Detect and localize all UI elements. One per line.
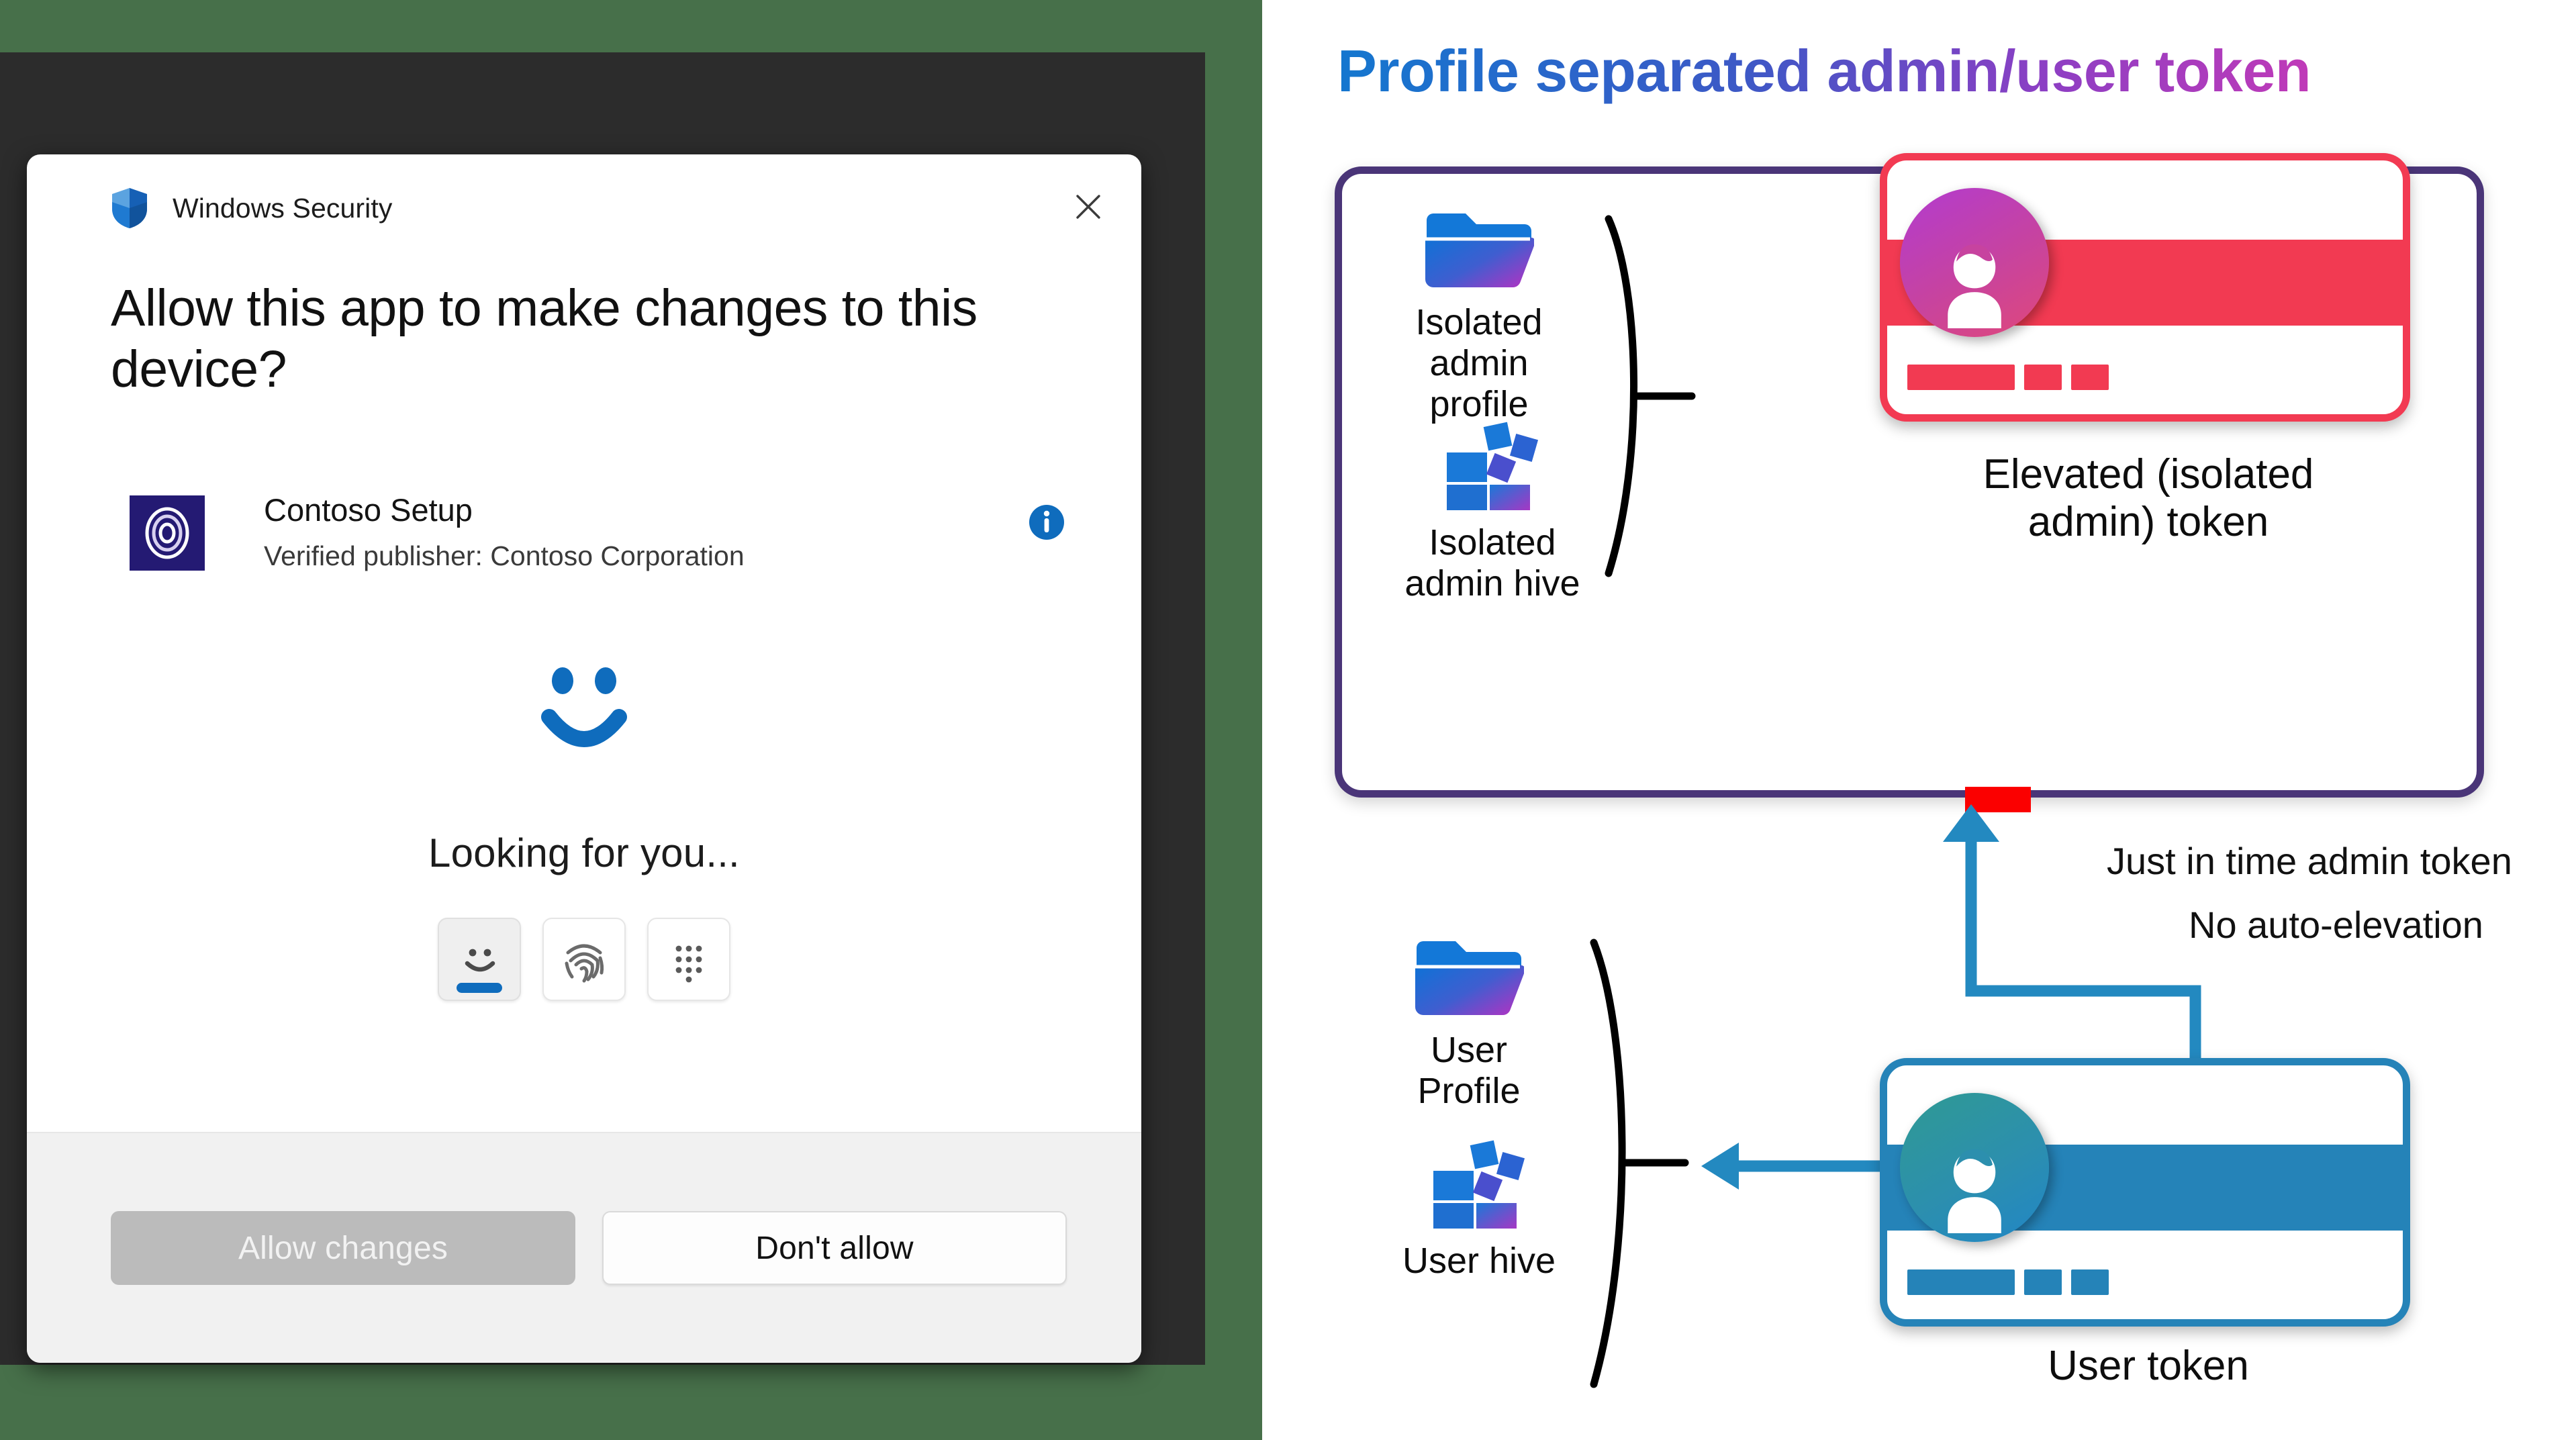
diagram-title: Profile separated admin/user token xyxy=(1337,38,2311,104)
admin-brace xyxy=(1591,215,1752,581)
token-chip xyxy=(2024,365,2062,390)
dont-allow-button[interactable]: Don't allow xyxy=(602,1211,1067,1285)
app-text-block: Contoso Setup Verified publisher: Contos… xyxy=(264,491,745,575)
user-avatar xyxy=(1900,1093,2049,1242)
diagram-panel: Profile separated admin/user token Isola… xyxy=(1262,0,2576,1440)
user-hive-item: User hive xyxy=(1375,1136,1583,1282)
smiley-face-icon xyxy=(517,666,651,760)
dialog-footer: Allow changes Don't allow xyxy=(27,1132,1141,1363)
registry-hive-icon xyxy=(1437,418,1547,512)
pin-keypad-icon[interactable] xyxy=(647,917,730,1001)
token-chip xyxy=(2071,365,2109,390)
shield-icon xyxy=(111,187,148,229)
jit-admin-token-annotation: Just in time admin token xyxy=(2107,840,2512,882)
desktop-background: Windows Security Allow this app to make … xyxy=(0,0,1262,1440)
isolated-admin-profile-item: Isolated admin profile xyxy=(1382,208,1576,425)
token-chips xyxy=(1907,365,2109,390)
token-chip xyxy=(2024,1269,2062,1295)
window-frame: Windows Security Allow this app to make … xyxy=(0,52,1205,1365)
isolated-admin-hive-item: Isolated admin hive xyxy=(1382,418,1603,604)
user-token-caption: User token xyxy=(2048,1343,2249,1389)
uac-dialog-body: Windows Security Allow this app to make … xyxy=(27,154,1141,1132)
page-title: Allow this app to make changes to this d… xyxy=(111,279,977,398)
admin-avatar xyxy=(1900,188,2049,337)
user-token-arrow xyxy=(1685,1129,1900,1206)
face-icon[interactable] xyxy=(438,917,521,1001)
isolated-admin-profile-label: Isolated admin profile xyxy=(1415,302,1543,425)
app-info-row: Contoso Setup Verified publisher: Contos… xyxy=(111,479,1064,587)
close-icon[interactable] xyxy=(1057,179,1119,235)
token-chips xyxy=(1907,1269,2109,1295)
app-name: Contoso Setup xyxy=(264,491,473,528)
app-publisher: Verified publisher: Contoso Corporation xyxy=(264,540,745,572)
fingerprint-icon[interactable] xyxy=(542,917,626,1001)
no-auto-elevation-annotation: No auto-elevation xyxy=(2189,904,2483,946)
isolated-admin-hive-label: Isolated admin hive xyxy=(1404,522,1580,604)
user-profile-item: User Profile xyxy=(1375,936,1563,1112)
token-chip xyxy=(1907,365,2015,390)
uac-dialog: Windows Security Allow this app to make … xyxy=(27,154,1141,1363)
auth-method-list xyxy=(438,917,730,1001)
user-profile-label: User Profile xyxy=(1417,1030,1521,1112)
info-icon[interactable] xyxy=(1028,503,1065,541)
token-chip xyxy=(2071,1269,2109,1295)
hello-status-text: Looking for you... xyxy=(428,830,740,875)
registry-hive-icon xyxy=(1424,1136,1534,1230)
token-chip xyxy=(1907,1269,2015,1295)
elevated-admin-token-caption: Elevated (isolated admin) token xyxy=(1983,451,2314,545)
windows-hello-area: Looking for you... xyxy=(111,666,1057,1001)
screenshot-root: Windows Security Allow this app to make … xyxy=(0,0,2576,1440)
folder-icon xyxy=(1424,208,1535,291)
contoso-app-icon xyxy=(130,495,205,571)
selected-indicator xyxy=(457,982,502,993)
dialog-titlebar: Windows Security xyxy=(111,154,1100,262)
dialog-title: Windows Security xyxy=(173,192,393,224)
allow-changes-button[interactable]: Allow changes xyxy=(111,1211,575,1285)
folder-icon xyxy=(1414,936,1525,1019)
user-hive-label: User hive xyxy=(1402,1241,1556,1281)
